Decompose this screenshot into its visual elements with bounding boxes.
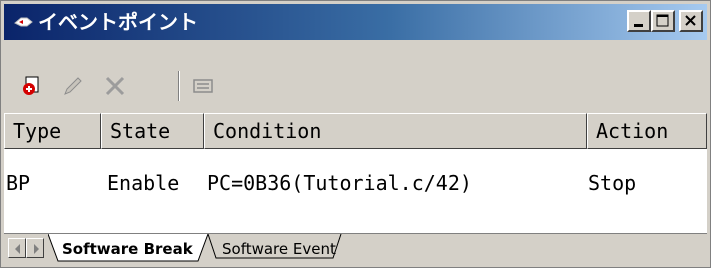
title-bar[interactable]: イベントポイント bbox=[4, 4, 707, 40]
scroll-left-icon bbox=[15, 244, 20, 254]
edit-button[interactable] bbox=[56, 69, 90, 103]
properties-icon bbox=[193, 79, 213, 93]
column-header-state[interactable]: State bbox=[101, 113, 204, 149]
scroll-left-button[interactable] bbox=[8, 238, 26, 258]
add-breakpoint-icon bbox=[23, 76, 39, 95]
maximize-button[interactable] bbox=[651, 10, 675, 32]
column-header-type[interactable]: Type bbox=[4, 113, 101, 149]
edit-pencil-icon bbox=[64, 77, 82, 95]
eventpoint-window: イベントポイント Type State Condition Action BP … bbox=[0, 0, 711, 268]
minimize-icon bbox=[634, 24, 643, 27]
maximize-icon bbox=[656, 14, 669, 27]
tab-bar: Software Break Software Event bbox=[4, 233, 707, 264]
toolbar-separator bbox=[178, 71, 180, 101]
minimize-button[interactable] bbox=[627, 10, 651, 32]
delete-button[interactable] bbox=[98, 69, 132, 103]
scroll-right-button[interactable] bbox=[26, 238, 44, 258]
table-header: Type State Condition Action bbox=[4, 113, 707, 149]
cell-condition: PC=0B36(Tutorial.c/42) bbox=[207, 171, 472, 195]
cell-state: Enable bbox=[107, 171, 180, 195]
scroll-right-icon bbox=[34, 244, 39, 254]
toolbar bbox=[4, 63, 707, 113]
window-title: イベントポイント bbox=[38, 10, 198, 34]
cell-type: BP bbox=[6, 171, 31, 195]
eventpoint-icon bbox=[14, 14, 34, 30]
column-header-condition[interactable]: Condition bbox=[204, 113, 587, 149]
eventpoint-table: Type State Condition Action BP Enable PC… bbox=[4, 113, 707, 233]
column-header-action[interactable]: Action bbox=[587, 113, 707, 149]
table-row[interactable]: BP Enable PC=0B36(Tutorial.c/42) Stop bbox=[4, 165, 707, 201]
add-breakpoint-button[interactable] bbox=[14, 69, 48, 103]
properties-button[interactable] bbox=[186, 69, 220, 103]
close-button[interactable] bbox=[679, 10, 703, 32]
tab-software-event[interactable]: Software Event bbox=[222, 238, 336, 260]
tab-software-break[interactable]: Software Break bbox=[62, 238, 193, 260]
delete-x-icon bbox=[105, 76, 125, 96]
cell-action: Stop bbox=[588, 171, 637, 195]
close-icon bbox=[685, 15, 696, 26]
